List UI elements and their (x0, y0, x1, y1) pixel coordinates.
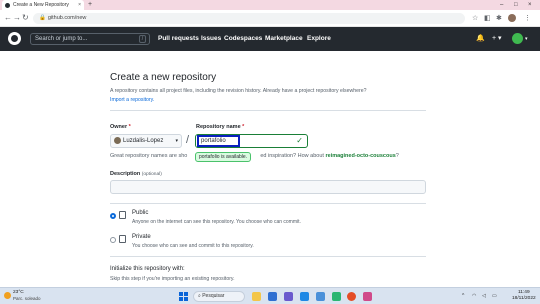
back-button[interactable]: ← (4, 13, 12, 23)
browser-toolbar: ← → ↻ 🔒 github.com/new ☆ ◧ ✱ ⋮ (0, 10, 540, 27)
search-shortcut-badge: / (139, 35, 146, 43)
private-description: You choose who can see and commit to thi… (132, 243, 254, 249)
nav-issues[interactable]: Issues (201, 27, 221, 51)
check-icon: ✓ (296, 136, 303, 145)
lock-icon (119, 235, 126, 243)
import-repository-link[interactable]: Import a repository. (110, 97, 154, 103)
availability-tooltip: portafolio is available. (195, 152, 252, 162)
owner-select[interactable]: Luzdalis-Lopez ▾ (110, 134, 182, 148)
mail-icon[interactable] (316, 292, 325, 301)
search-placeholder: Search or jump to... (35, 36, 88, 42)
weather-condition[interactable]: Parc. soleado (13, 296, 41, 301)
repo-name-field[interactable]: portafolio ✓ (195, 134, 308, 148)
github-header: Search or jump to... / Pull requests Iss… (0, 27, 540, 51)
battery-icon[interactable]: ▭ (492, 288, 497, 304)
browser-profile-avatar[interactable] (508, 14, 516, 22)
edge-icon[interactable] (332, 292, 341, 301)
taskbar-search[interactable]: ⌕ Pesquisar (193, 291, 245, 302)
public-title: Public (132, 210, 149, 216)
initialize-description: Skip this step if you're importing an ex… (110, 276, 235, 282)
weather-temperature[interactable]: 23°C (13, 290, 24, 295)
nav-explore[interactable]: Explore (307, 27, 331, 51)
repo-name-input[interactable]: portafolio (197, 135, 240, 147)
user-avatar[interactable] (512, 33, 523, 44)
store-icon[interactable] (300, 292, 309, 301)
lock-icon: 🔒 (39, 15, 46, 21)
nav-marketplace[interactable]: Marketplace (265, 27, 303, 51)
close-window-button[interactable]: × (528, 0, 532, 10)
public-radio[interactable] (110, 213, 116, 219)
maximize-button[interactable]: □ (514, 0, 518, 10)
divider (110, 110, 426, 111)
minimize-button[interactable]: – (500, 0, 503, 10)
repo-name-label: Repository name * (196, 124, 245, 130)
owner-label: Owner * (110, 124, 131, 130)
repo-name-hint: Great repository names are sho ed inspira… (110, 153, 399, 159)
address-bar[interactable]: 🔒 github.com/new (33, 13, 465, 24)
search-icon: ⌕ (198, 293, 201, 299)
extensions-puzzle-icon[interactable]: ✱ (496, 13, 502, 24)
sidebar-icon[interactable]: ◧ (484, 13, 491, 24)
owner-value: Luzdalis-Lopez (123, 138, 164, 144)
tab-title: Create a New Repository (13, 2, 69, 8)
initialize-title: Initialize this repository with: (110, 266, 185, 272)
browser-tab-strip: Create a New Repository × + – □ × (0, 0, 540, 10)
taskbar-app-icon[interactable] (268, 292, 277, 301)
chevron-down-icon: ▾ (175, 138, 178, 144)
wifi-icon[interactable]: ◠ (472, 288, 476, 304)
github-favicon-icon (5, 2, 10, 8)
divider (110, 203, 426, 204)
notifications-bell-icon[interactable]: 🔔 (476, 27, 485, 51)
windows-start-icon[interactable] (179, 292, 188, 301)
owner-repo-separator: / (186, 134, 190, 146)
suggested-name-link[interactable]: reimagined-octo-couscous (325, 153, 395, 159)
bookmark-star-icon[interactable]: ☆ (472, 13, 478, 24)
taskbar-app-icon[interactable] (363, 292, 372, 301)
description-label: Description (optional) (110, 171, 162, 177)
speaker-icon[interactable]: ◁ (482, 288, 486, 304)
owner-avatar (114, 136, 121, 144)
taskbar: 23°C Parc. soleado ⌕ Pesquisar ^ ◠ ◁ ▭ 1… (0, 287, 540, 304)
github-logo-icon[interactable] (8, 32, 21, 45)
avatar-chevron-down-icon[interactable]: ▾ (525, 27, 528, 51)
tab-close-icon[interactable]: × (78, 2, 81, 8)
weather-sun-icon[interactable] (4, 292, 11, 299)
forward-button[interactable]: → (13, 13, 21, 23)
clock-date: 18/11/2022 (512, 296, 536, 301)
chrome-icon[interactable] (347, 292, 356, 301)
divider (110, 256, 426, 257)
description-input[interactable] (110, 180, 426, 194)
browser-menu-icon[interactable]: ⋮ (524, 13, 531, 24)
reload-button[interactable]: ↻ (22, 13, 29, 23)
private-radio[interactable] (110, 237, 116, 243)
nav-pull-requests[interactable]: Pull requests (158, 27, 199, 51)
page-intro: A repository contains all project files,… (110, 88, 367, 94)
page-title: Create a new repository (110, 72, 217, 83)
private-title: Private (132, 234, 151, 240)
teams-icon[interactable] (284, 292, 293, 301)
nav-codespaces[interactable]: Codespaces (224, 27, 262, 51)
taskbar-clock[interactable]: 11:49 18/11/2022 (512, 290, 536, 302)
public-description: Anyone on the internet can see this repo… (132, 219, 301, 225)
new-tab-button[interactable]: + (88, 0, 92, 10)
browser-tab[interactable]: Create a New Repository × (2, 0, 84, 10)
create-new-plus-icon[interactable]: + ▾ (492, 27, 502, 51)
tray-caret-icon[interactable]: ^ (462, 288, 464, 304)
public-repo-icon (119, 211, 126, 219)
url-text: github.com/new (47, 15, 87, 21)
file-explorer-icon[interactable] (252, 292, 261, 301)
search-input[interactable]: Search or jump to... / (30, 33, 150, 45)
